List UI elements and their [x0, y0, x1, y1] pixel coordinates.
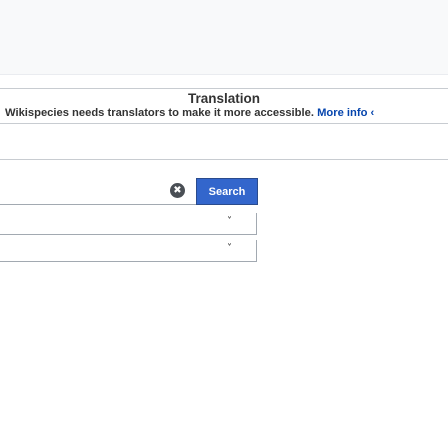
translation-banner: Translation Wikispecies needs translator… — [0, 88, 448, 124]
banner-message: Wikispecies needs translators to make it… — [5, 107, 374, 119]
banner-text: Wikispecies needs translators to make it… — [5, 107, 314, 119]
chevron-down-icon: ˅ — [227, 216, 232, 227]
search-input[interactable] — [0, 178, 196, 205]
banner-title: Translation — [187, 91, 260, 106]
top-header-bar — [0, 0, 448, 75]
filter-select-2[interactable]: ˅ — [0, 240, 257, 262]
clear-icon[interactable]: ✖ — [170, 183, 185, 198]
search-button[interactable]: Search — [196, 178, 258, 205]
section-divider — [0, 159, 448, 160]
filter-select-1[interactable]: ˅ — [0, 213, 257, 235]
search-form: ✖ Search — [0, 178, 448, 208]
chevron-down-icon: ˅ — [227, 243, 232, 254]
more-info-link[interactable]: More info ‹ — [317, 107, 374, 119]
